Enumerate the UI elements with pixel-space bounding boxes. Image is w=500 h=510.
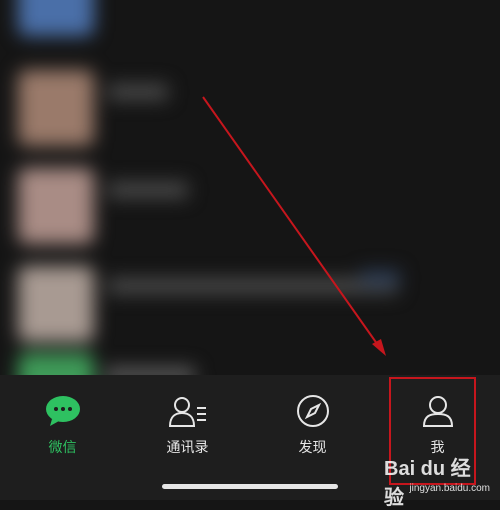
chat-list [0, 0, 500, 429]
tab-chats[interactable]: 微信 [0, 375, 125, 465]
tab-label: 通讯录 [166, 440, 209, 456]
watermark: Bai du 经验 jingyan.baidu.com [384, 450, 494, 509]
chat-bubble-icon [43, 393, 83, 429]
list-item[interactable] [0, 160, 500, 250]
watermark-brand: Bai du 经验 [384, 458, 471, 509]
tab-contacts[interactable]: 通讯录 [125, 375, 250, 465]
home-indicator [162, 484, 338, 489]
list-item[interactable] [0, 62, 500, 152]
tab-label: 发现 [298, 440, 327, 456]
avatar [18, 168, 94, 244]
avatar [18, 70, 94, 146]
contacts-icon [168, 393, 208, 429]
tab-discover[interactable]: 发现 [250, 375, 375, 465]
list-item[interactable] [0, 258, 500, 348]
compass-icon [293, 393, 333, 429]
avatar [18, 0, 94, 36]
list-item[interactable] [0, 0, 500, 50]
tab-label: 微信 [48, 440, 77, 456]
avatar [18, 266, 94, 342]
watermark-url: jingyan.baidu.com [409, 483, 490, 494]
